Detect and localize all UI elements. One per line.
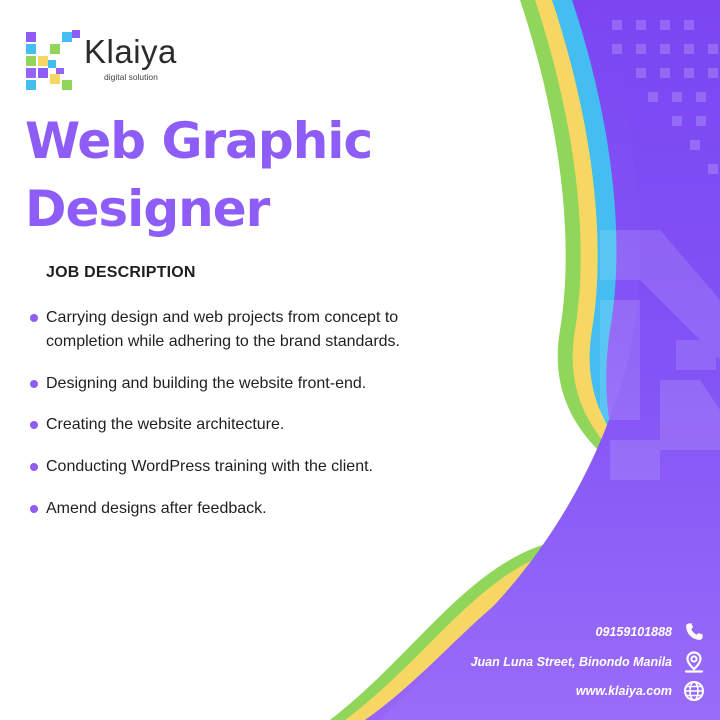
page-title-line-1: Web Graphic bbox=[25, 112, 373, 170]
bullet-dot-icon bbox=[30, 380, 38, 388]
job-poster: Klaiya digital solution Web Graphic Desi… bbox=[0, 0, 720, 720]
phone-icon bbox=[686, 623, 703, 640]
list-item-text: Carrying design and web projects from co… bbox=[46, 309, 400, 350]
globe-icon bbox=[684, 681, 704, 701]
list-item-text: Conducting WordPress training with the c… bbox=[46, 458, 373, 475]
address-text: Juan Luna Street, Binondo Manila bbox=[470, 655, 672, 669]
website-link[interactable]: www.klaiya.com bbox=[576, 684, 672, 698]
list-item-text: Creating the website architecture. bbox=[46, 416, 285, 433]
contact-website: www.klaiya.com bbox=[576, 678, 706, 704]
bullet-dot-icon bbox=[30, 463, 38, 471]
job-description-heading: JOB DESCRIPTION bbox=[46, 264, 196, 281]
location-pin-icon bbox=[684, 651, 704, 673]
brand-name: Klaiya bbox=[84, 33, 177, 70]
background-waves bbox=[330, 0, 720, 720]
list-item-text: Amend designs after feedback. bbox=[46, 500, 267, 517]
brand-tagline: digital solution bbox=[104, 72, 158, 82]
bullet-dot-icon bbox=[30, 314, 38, 322]
list-item-text: Designing and building the website front… bbox=[46, 375, 367, 392]
bullet-dot-icon bbox=[30, 421, 38, 429]
page-title-line-2: Designer bbox=[25, 180, 270, 238]
contact-address: Juan Luna Street, Binondo Manila bbox=[471, 649, 706, 675]
phone-number[interactable]: 09159101888 bbox=[596, 625, 672, 639]
contact-phone: 09159101888 bbox=[596, 619, 706, 645]
brand-logo: Klaiya digital solution bbox=[24, 30, 184, 92]
bullet-dot-icon bbox=[30, 505, 38, 513]
logo-mark-icon bbox=[26, 30, 80, 90]
